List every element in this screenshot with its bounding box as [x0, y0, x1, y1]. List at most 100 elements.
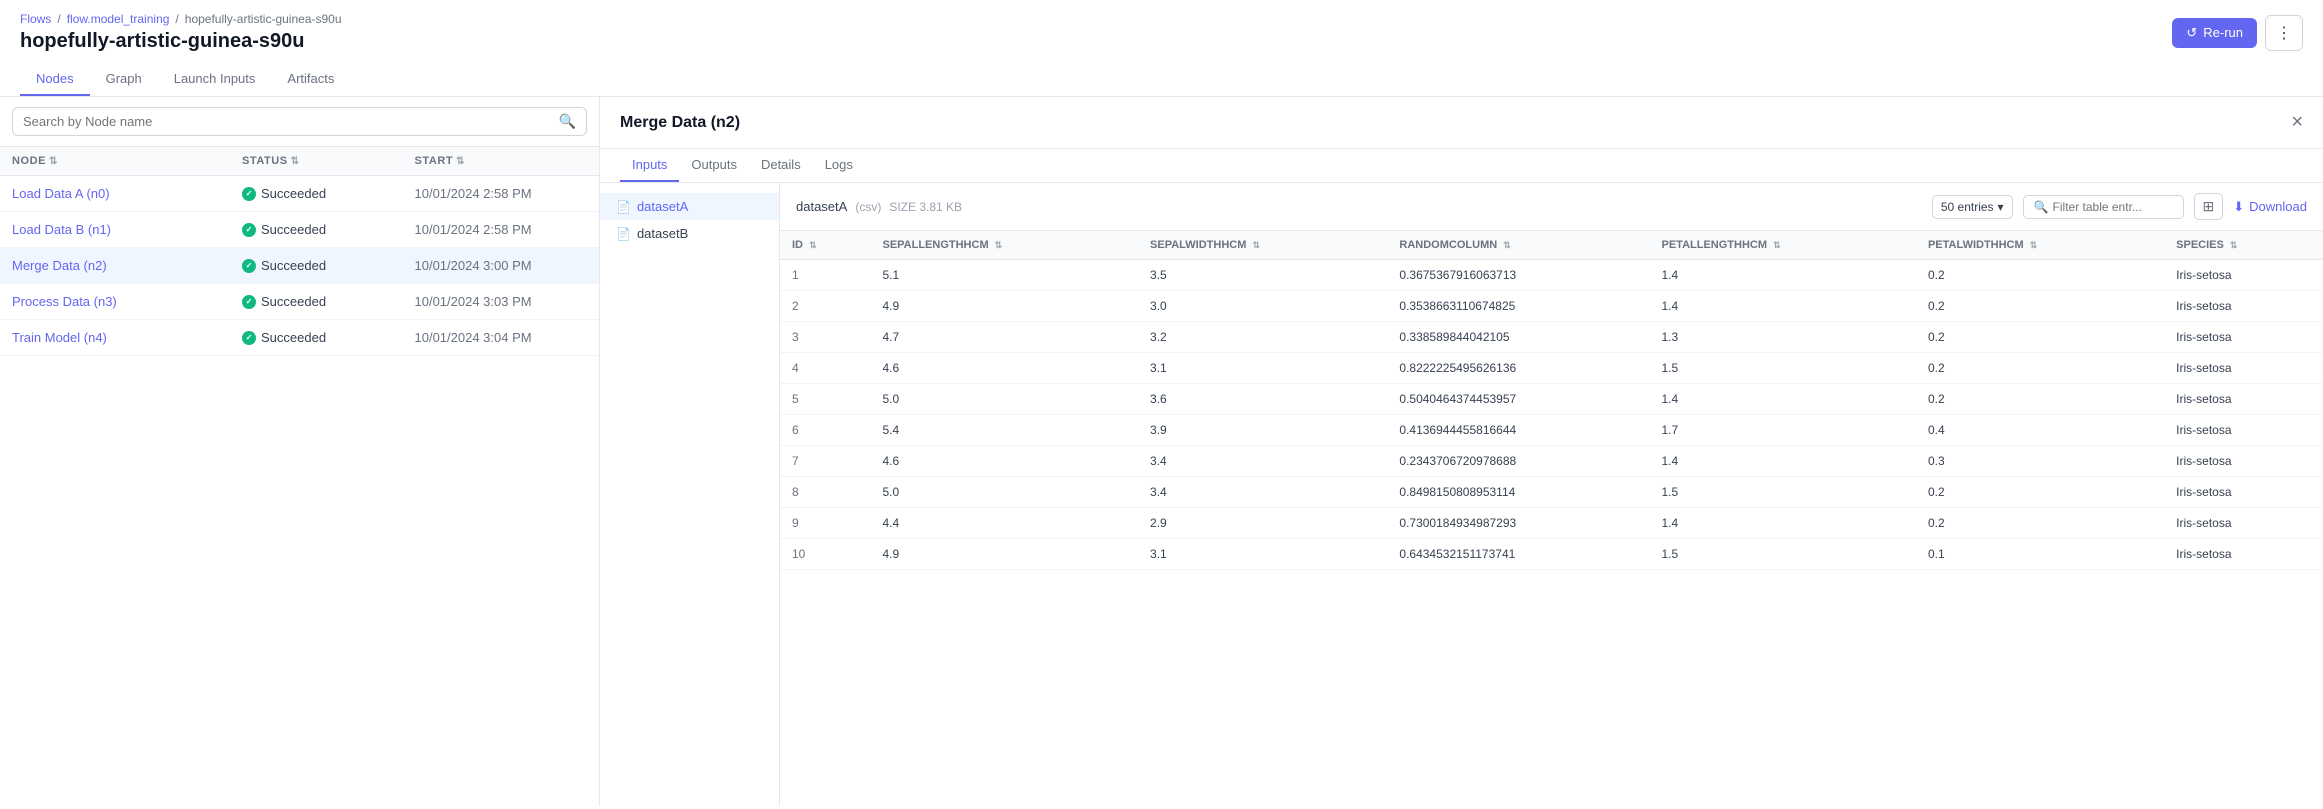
table-row[interactable]: Process Data (n3) Succeeded 10/01/2024 3… [0, 284, 599, 320]
detail-header: Merge Data (n2) × [600, 97, 2323, 149]
search-input[interactable] [23, 114, 559, 129]
table-cell: 5.1 [870, 260, 1138, 291]
table-cell: 4.6 [870, 353, 1138, 384]
data-actions: 50 entries ▾ 🔍 ⊞ ⬇ Download [1932, 193, 2307, 220]
tab-graph[interactable]: Graph [90, 63, 158, 96]
table-cell: 8 [780, 477, 870, 508]
detail-tab-inputs[interactable]: Inputs [620, 149, 679, 182]
table-row[interactable]: Load Data B (n1) Succeeded 10/01/2024 2:… [0, 212, 599, 248]
detail-tab-outputs[interactable]: Outputs [679, 149, 749, 182]
more-button[interactable]: ⋮ [2265, 15, 2303, 51]
table-cell: 4.9 [870, 291, 1138, 322]
table-cell: 1.4 [1650, 384, 1916, 415]
table-cell: 5 [780, 384, 870, 415]
table-cell: 1.7 [1650, 415, 1916, 446]
th-petal-len[interactable]: PETALLENGTHHCM ⇅ [1650, 231, 1916, 260]
table-row: 44.63.10.82222254956261361.50.2Iris-seto… [780, 353, 2323, 384]
table-row: 55.03.60.50404643744539571.40.2Iris-seto… [780, 384, 2323, 415]
download-label: Download [2249, 199, 2307, 214]
col-node: NODE ⇅ [12, 155, 242, 167]
file-item-datasetB[interactable]: 📄 datasetB [600, 220, 779, 247]
th-id[interactable]: ID ⇅ [780, 231, 870, 260]
status-success-icon [242, 223, 256, 237]
node-name[interactable]: Process Data (n3) [12, 294, 242, 309]
filter-input[interactable] [2053, 200, 2173, 214]
table-cell: 3.0 [1138, 291, 1387, 322]
tab-launch-inputs[interactable]: Launch Inputs [158, 63, 272, 96]
status-cell: Succeeded [242, 330, 415, 345]
status-success-icon [242, 295, 256, 309]
breadcrumb-sep2: / [175, 12, 178, 26]
table-cell: 4.4 [870, 508, 1138, 539]
table-cell: 3.1 [1138, 353, 1387, 384]
tab-artifacts[interactable]: Artifacts [271, 63, 350, 96]
th-species[interactable]: SPECIES ⇅ [2164, 231, 2323, 260]
rerun-button[interactable]: ↺ Re-run [2172, 18, 2257, 48]
th-sepal-len[interactable]: SEPALLENGTHHCM ⇅ [870, 231, 1138, 260]
table-cell: 0.3675367916063713 [1387, 260, 1649, 291]
node-name[interactable]: Train Model (n4) [12, 330, 242, 345]
table-row[interactable]: Load Data A (n0) Succeeded 10/01/2024 2:… [0, 176, 599, 212]
close-button[interactable]: × [2291, 111, 2303, 134]
status-sort-icon: ⇅ [291, 156, 300, 167]
table-row: 15.13.50.36753679160637131.40.2Iris-seto… [780, 260, 2323, 291]
node-name[interactable]: Load Data A (n0) [12, 186, 242, 201]
th-petal-wid[interactable]: PETALWIDTHHCM ⇅ [1916, 231, 2164, 260]
grid-view-button[interactable]: ⊞ [2194, 193, 2224, 220]
detail-tabs: Inputs Outputs Details Logs [600, 149, 2323, 183]
detail-tab-details[interactable]: Details [749, 149, 813, 182]
table-cell: 6 [780, 415, 870, 446]
th-random[interactable]: RANDOMCOLUMN ⇅ [1387, 231, 1649, 260]
file-item-datasetA[interactable]: 📄 datasetA [600, 193, 779, 220]
nodes-table-header: NODE ⇅ STATUS ⇅ START ⇅ [0, 147, 599, 176]
breadcrumb-model-training[interactable]: flow.model_training [67, 12, 170, 26]
nodes-panel: 🔍 NODE ⇅ STATUS ⇅ START ⇅ Load Data A (n… [0, 97, 600, 806]
tab-nodes[interactable]: Nodes [20, 63, 90, 96]
table-cell: Iris-setosa [2164, 353, 2323, 384]
node-name[interactable]: Load Data B (n1) [12, 222, 242, 237]
table-row[interactable]: Train Model (n4) Succeeded 10/01/2024 3:… [0, 320, 599, 356]
table-cell: 0.1 [1916, 539, 2164, 570]
start-cell: 10/01/2024 3:03 PM [415, 294, 588, 309]
download-icon: ⬇ [2233, 199, 2244, 215]
table-cell: 0.4136944455816644 [1387, 415, 1649, 446]
status-cell: Succeeded [242, 294, 415, 309]
table-cell: 0.2 [1916, 322, 2164, 353]
table-row-active[interactable]: Merge Data (n2) Succeeded 10/01/2024 3:0… [0, 248, 599, 284]
table-cell: 1.4 [1650, 446, 1916, 477]
status-cell: Succeeded [242, 258, 415, 273]
table-cell: 5.0 [870, 477, 1138, 508]
search-row: 🔍 [0, 97, 599, 147]
main-content: 🔍 NODE ⇅ STATUS ⇅ START ⇅ Load Data A (n… [0, 97, 2323, 806]
filter-search-icon: 🔍 [2034, 200, 2049, 214]
table-cell: 0.2 [1916, 353, 2164, 384]
status-success-icon [242, 259, 256, 273]
table-row: 94.42.90.73001849349872931.40.2Iris-seto… [780, 508, 2323, 539]
node-name[interactable]: Merge Data (n2) [12, 258, 242, 273]
table-cell: 0.3 [1916, 446, 2164, 477]
data-filesize: SIZE 3.81 KB [889, 200, 962, 214]
table-cell: 7 [780, 446, 870, 477]
detail-panel: Merge Data (n2) × Inputs Outputs Details… [600, 97, 2323, 806]
th-sepal-wid[interactable]: SEPALWIDTHHCM ⇅ [1138, 231, 1387, 260]
chevron-down-icon: ▾ [1998, 200, 2004, 214]
table-cell: 4.7 [870, 322, 1138, 353]
download-button[interactable]: ⬇ Download [2233, 199, 2307, 215]
table-cell: 3.9 [1138, 415, 1387, 446]
table-cell: 1.4 [1650, 508, 1916, 539]
table-cell: 1.4 [1650, 260, 1916, 291]
table-row: 85.03.40.84981508089531141.50.2Iris-seto… [780, 477, 2323, 508]
entries-select[interactable]: 50 entries ▾ [1932, 195, 2013, 219]
table-row: 74.63.40.23437067209786881.40.3Iris-seto… [780, 446, 2323, 477]
table-cell: 3.2 [1138, 322, 1387, 353]
detail-tab-logs[interactable]: Logs [813, 149, 865, 182]
table-cell: Iris-setosa [2164, 322, 2323, 353]
file-icon-datasetB: 📄 [616, 227, 631, 241]
file-name-datasetB: datasetB [637, 226, 688, 241]
table-cell: 0.2343706720978688 [1387, 446, 1649, 477]
table-cell: Iris-setosa [2164, 291, 2323, 322]
breadcrumb: Flows / flow.model_training / hopefully-… [20, 12, 342, 26]
breadcrumb-flows[interactable]: Flows [20, 12, 51, 26]
rerun-icon: ↺ [2186, 25, 2197, 41]
table-cell: 0.2 [1916, 508, 2164, 539]
